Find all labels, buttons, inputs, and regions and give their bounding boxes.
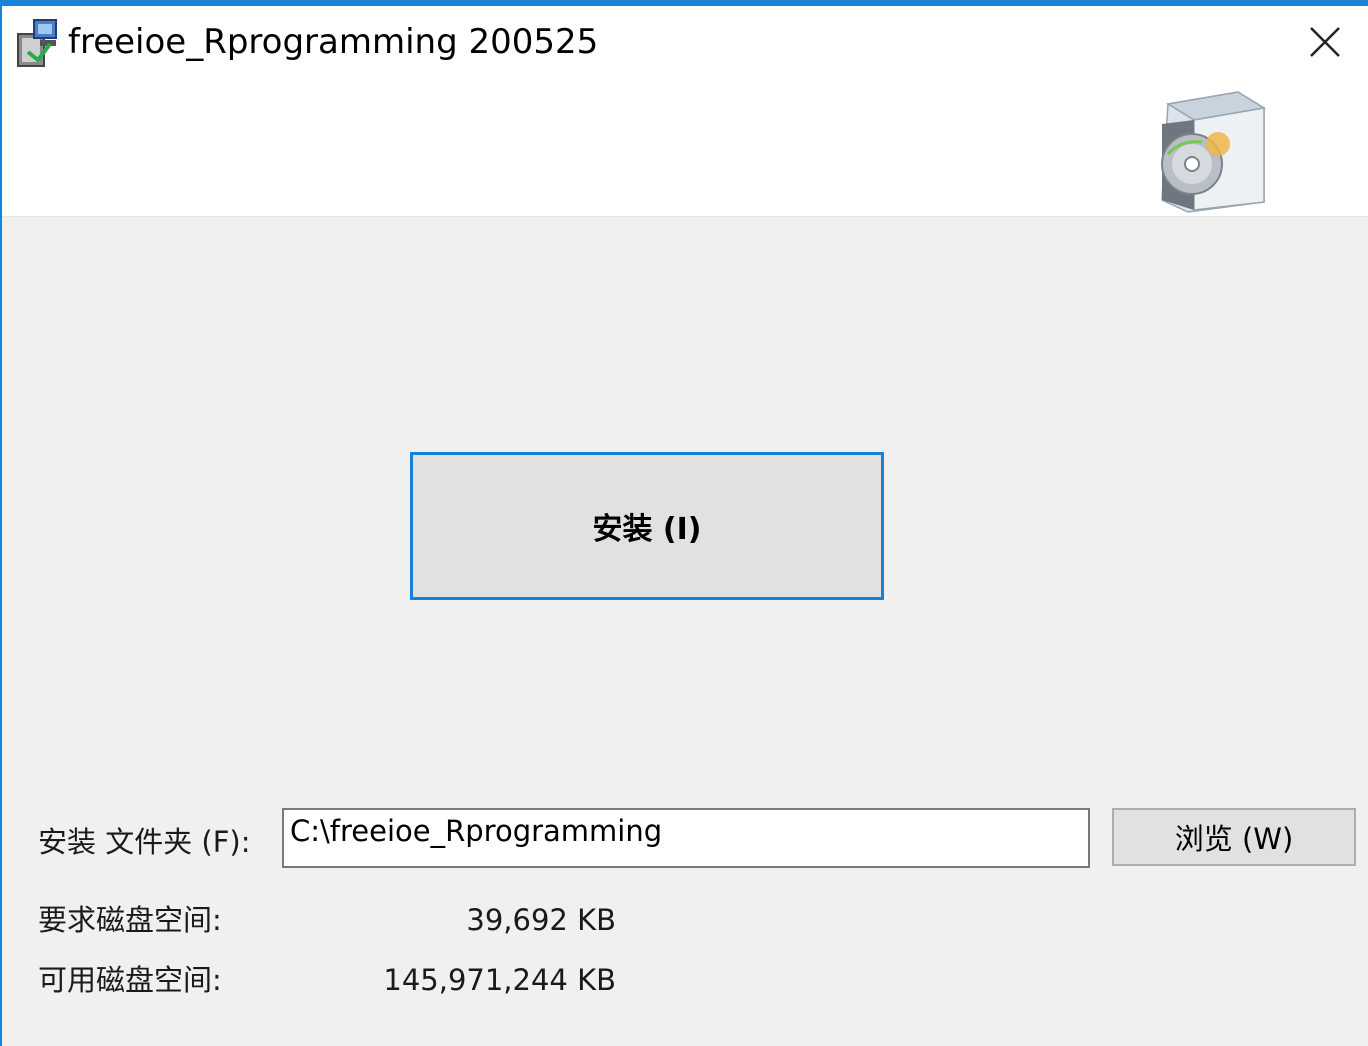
required-space-label: 要求磁盘空间: (38, 903, 222, 937)
install-folder-input[interactable] (282, 808, 1090, 868)
installer-window: freeioe_Rprogramming 200525 安装 (I) 安装 文件… (0, 0, 1368, 1046)
setup-cd-box-icon (1161, 91, 1267, 213)
required-space-value: 39,692 KB (466, 903, 616, 937)
available-space-label: 可用磁盘空间: (38, 963, 222, 997)
installer-package-icon (17, 19, 57, 67)
title-bar: freeioe_Rprogramming 200525 (2, 6, 1368, 80)
header-banner (2, 80, 1368, 217)
browse-button[interactable]: 浏览 (W) (1112, 808, 1356, 866)
available-space-value: 145,971,244 KB (383, 963, 616, 997)
close-button[interactable] (1282, 6, 1368, 78)
window-title: freeioe_Rprogramming 200525 (68, 22, 599, 62)
folder-label: 安装 文件夹 (F): (38, 825, 251, 859)
install-button[interactable]: 安装 (I) (410, 452, 884, 600)
close-icon (1310, 27, 1340, 57)
